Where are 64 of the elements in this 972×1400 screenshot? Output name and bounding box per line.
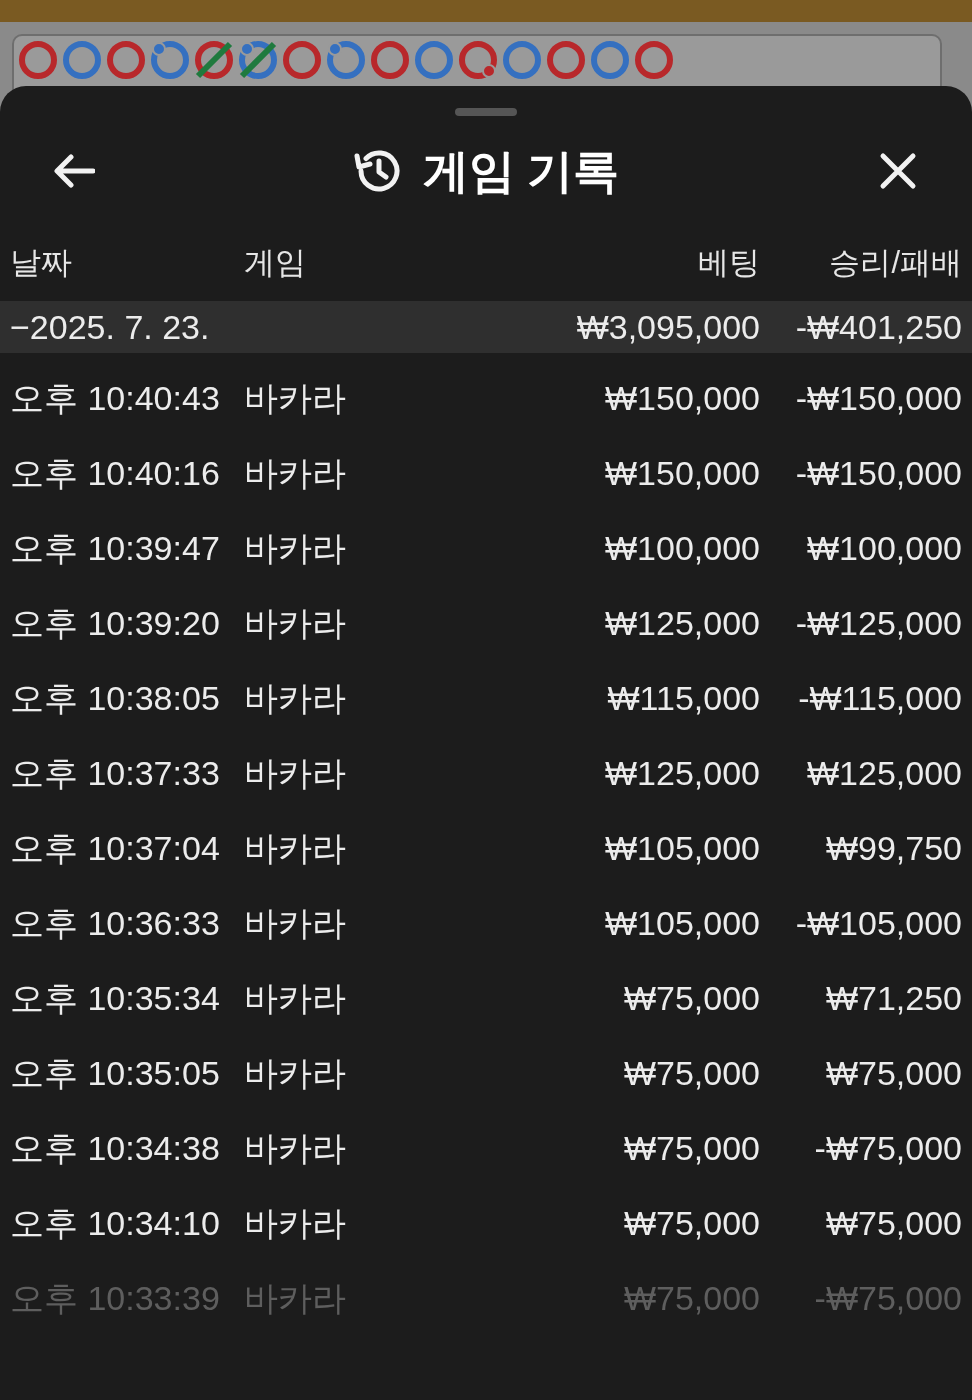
- time-cell: 오후 10:36:33: [10, 904, 220, 942]
- bet-cell: ₩75,000: [623, 979, 760, 1017]
- result-cell: -₩150,000: [795, 454, 962, 492]
- bet-cell: ₩105,000: [605, 904, 760, 942]
- sheet-title: 게임 기록: [422, 143, 620, 199]
- result-cell: ₩125,000: [807, 754, 962, 792]
- result-cell: ₩99,750: [825, 829, 962, 867]
- time-cell: 오후 10:40:16: [10, 454, 220, 492]
- game-cell: 바카라: [244, 829, 346, 867]
- time-cell: 오후 10:39:47: [10, 529, 220, 567]
- game-cell: 바카라: [244, 1279, 346, 1317]
- bet-cell: ₩105,000: [605, 829, 760, 867]
- game-cell: 바카라: [244, 1054, 346, 1092]
- time-cell: 오후 10:33:39: [10, 1279, 220, 1317]
- total-bet: ₩3,095,000: [576, 307, 760, 346]
- game-cell: 바카라: [244, 1129, 346, 1167]
- time-cell: 오후 10:37:33: [10, 754, 220, 792]
- bet-cell: ₩75,000: [623, 1279, 760, 1317]
- bet-cell: ₩100,000: [605, 529, 760, 567]
- back-arrow-icon: [53, 154, 95, 188]
- bet-cell: ₩75,000: [623, 1054, 760, 1092]
- result-cell: -₩115,000: [798, 679, 962, 717]
- column-header[interactable]: 날짜: [10, 245, 72, 281]
- column-header[interactable]: 베팅: [698, 245, 760, 281]
- bet-cell: ₩150,000: [605, 379, 760, 417]
- bet-cell: ₩75,000: [623, 1204, 760, 1242]
- game-cell: 바카라: [244, 529, 346, 567]
- drag-handle[interactable]: [455, 108, 517, 116]
- bet-cell: ₩115,000: [607, 679, 760, 717]
- bet-cell: ₩125,000: [605, 604, 760, 642]
- result-cell: -₩105,000: [795, 904, 962, 942]
- game-cell: 바카라: [244, 904, 346, 942]
- result-cell: -₩75,000: [814, 1279, 962, 1317]
- time-cell: 오후 10:35:05: [10, 1054, 220, 1092]
- time-cell: 오후 10:37:04: [10, 829, 220, 867]
- result-cell: ₩75,000: [825, 1204, 962, 1242]
- result-cell: -₩75,000: [814, 1129, 962, 1167]
- column-header[interactable]: 게임: [244, 245, 306, 281]
- time-cell: 오후 10:38:05: [10, 679, 220, 717]
- result-cell: -₩125,000: [795, 604, 962, 642]
- time-cell: 오후 10:34:38: [10, 1129, 220, 1167]
- result-cell: ₩71,250: [825, 979, 962, 1017]
- game-cell: 바카라: [244, 754, 346, 792]
- time-cell: 오후 10:35:34: [10, 979, 220, 1017]
- game-cell: 바카라: [244, 454, 346, 492]
- bet-cell: ₩75,000: [623, 1129, 760, 1167]
- result-cell: ₩100,000: [807, 529, 962, 567]
- time-cell: 오후 10:39:20: [10, 604, 220, 642]
- game-cell: 바카라: [244, 604, 346, 642]
- time-cell: 오후 10:34:10: [10, 1204, 220, 1242]
- time-cell: 오후 10:40:43: [10, 379, 220, 417]
- date-label: −2025. 7. 23.: [10, 307, 210, 346]
- history-icon: [352, 148, 401, 194]
- game-cell: 바카라: [244, 1204, 346, 1242]
- result-cell: -₩150,000: [795, 379, 962, 417]
- game-cell: 바카라: [244, 679, 346, 717]
- close-icon: [879, 152, 917, 190]
- bet-cell: ₩150,000: [605, 454, 760, 492]
- game-cell: 바카라: [244, 979, 346, 1017]
- game-cell: 바카라: [244, 379, 346, 417]
- bet-cell: ₩125,000: [605, 754, 760, 792]
- column-header[interactable]: 승리/패배: [829, 245, 962, 281]
- total-result: -₩401,250: [795, 307, 962, 346]
- result-cell: ₩75,000: [825, 1054, 962, 1092]
